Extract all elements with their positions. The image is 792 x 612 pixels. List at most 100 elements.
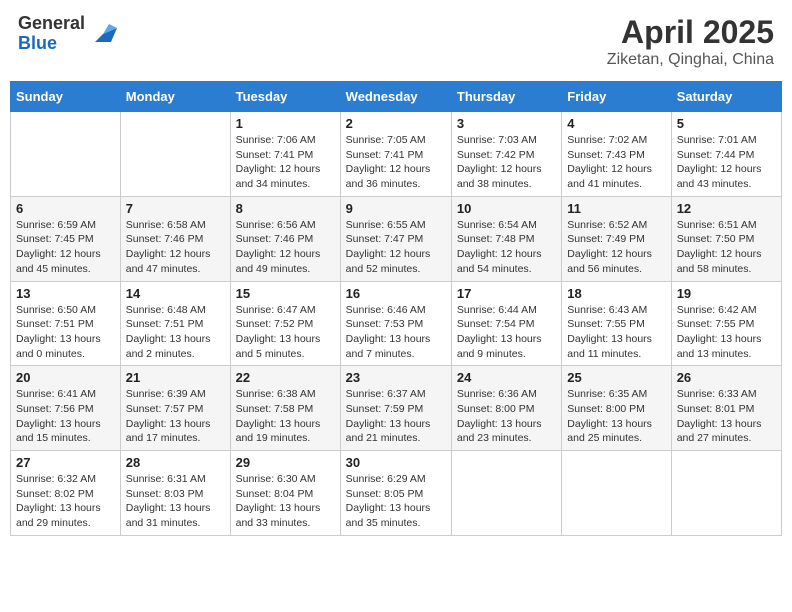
day-info: Sunrise: 6:52 AM Sunset: 7:49 PM Dayligh… bbox=[567, 218, 665, 277]
day-info: Sunrise: 6:36 AM Sunset: 8:00 PM Dayligh… bbox=[457, 387, 556, 446]
calendar-cell bbox=[120, 112, 230, 197]
day-number: 22 bbox=[236, 370, 335, 385]
calendar-cell: 18Sunrise: 6:43 AM Sunset: 7:55 PM Dayli… bbox=[562, 281, 671, 366]
weekday-header-sunday: Sunday bbox=[11, 82, 121, 112]
day-info: Sunrise: 6:30 AM Sunset: 8:04 PM Dayligh… bbox=[236, 472, 335, 531]
calendar-cell: 5Sunrise: 7:01 AM Sunset: 7:44 PM Daylig… bbox=[671, 112, 781, 197]
day-info: Sunrise: 7:03 AM Sunset: 7:42 PM Dayligh… bbox=[457, 133, 556, 192]
calendar-cell: 16Sunrise: 6:46 AM Sunset: 7:53 PM Dayli… bbox=[340, 281, 451, 366]
day-number: 11 bbox=[567, 201, 665, 216]
calendar-cell: 6 Sunrise: 6:59 AM Sunset: 7:45 PM Daylig… bbox=[11, 196, 121, 281]
page-header: General Blue April 2025 Ziketan, Qinghai… bbox=[10, 10, 782, 73]
calendar-cell: 25 Sunrise: 6:35 AM Sunset: 8:00 PM Dayli… bbox=[562, 366, 671, 451]
day-info: Sunrise: 7:06 AM Sunset: 7:41 PM Dayligh… bbox=[236, 133, 335, 192]
weekday-header-saturday: Saturday bbox=[671, 82, 781, 112]
calendar-cell: 23 Sunrise: 6:37 AM Sunset: 7:59 PM Dayli… bbox=[340, 366, 451, 451]
day-number: 21 bbox=[126, 370, 225, 385]
calendar-cell: 19Sunrise: 6:42 AM Sunset: 7:55 PM Dayli… bbox=[671, 281, 781, 366]
weekday-header-row: SundayMondayTuesdayWednesdayThursdayFrid… bbox=[11, 82, 782, 112]
day-info: Sunrise: 6:55 AM Sunset: 7:47 PM Dayligh… bbox=[346, 218, 446, 277]
day-number: 20 bbox=[16, 370, 115, 385]
day-info: Sunrise: 6:37 AM Sunset: 7:59 PM Dayligh… bbox=[346, 387, 446, 446]
day-info: Sunrise: 6:42 AM Sunset: 7:55 PM Dayligh… bbox=[677, 303, 776, 362]
calendar-cell: 26 Sunrise: 6:33 AM Sunset: 8:01 PM Dayli… bbox=[671, 366, 781, 451]
logo: General Blue bbox=[18, 14, 117, 54]
day-info: Sunrise: 6:41 AM Sunset: 7:56 PM Dayligh… bbox=[16, 387, 115, 446]
calendar-cell: 27 Sunrise: 6:32 AM Sunset: 8:02 PM Dayli… bbox=[11, 451, 121, 536]
day-info: Sunrise: 6:58 AM Sunset: 7:46 PM Dayligh… bbox=[126, 218, 225, 277]
day-info: Sunrise: 6:46 AM Sunset: 7:53 PM Dayligh… bbox=[346, 303, 446, 362]
calendar-cell: 21 Sunrise: 6:39 AM Sunset: 7:57 PM Dayli… bbox=[120, 366, 230, 451]
weekday-header-tuesday: Tuesday bbox=[230, 82, 340, 112]
day-number: 27 bbox=[16, 455, 115, 470]
day-number: 7 bbox=[126, 201, 225, 216]
logo-blue-text: Blue bbox=[18, 33, 57, 53]
day-info: Sunrise: 6:56 AM Sunset: 7:46 PM Dayligh… bbox=[236, 218, 335, 277]
day-number: 6 bbox=[16, 201, 115, 216]
day-number: 3 bbox=[457, 116, 556, 131]
calendar-cell: 28 Sunrise: 6:31 AM Sunset: 8:03 PM Dayli… bbox=[120, 451, 230, 536]
day-info: Sunrise: 6:54 AM Sunset: 7:48 PM Dayligh… bbox=[457, 218, 556, 277]
calendar-cell: 9 Sunrise: 6:55 AM Sunset: 7:47 PM Daylig… bbox=[340, 196, 451, 281]
day-number: 30 bbox=[346, 455, 446, 470]
calendar-cell: 1 Sunrise: 7:06 AM Sunset: 7:41 PM Daylig… bbox=[230, 112, 340, 197]
calendar-cell bbox=[671, 451, 781, 536]
calendar-table: SundayMondayTuesdayWednesdayThursdayFrid… bbox=[10, 81, 782, 536]
weekday-header-thursday: Thursday bbox=[451, 82, 561, 112]
calendar-week-row: 20 Sunrise: 6:41 AM Sunset: 7:56 PM Dayli… bbox=[11, 366, 782, 451]
logo-icon bbox=[89, 20, 117, 48]
calendar-cell: 24 Sunrise: 6:36 AM Sunset: 8:00 PM Dayli… bbox=[451, 366, 561, 451]
day-number: 9 bbox=[346, 201, 446, 216]
day-number: 26 bbox=[677, 370, 776, 385]
day-info: Sunrise: 6:38 AM Sunset: 7:58 PM Dayligh… bbox=[236, 387, 335, 446]
day-info: Sunrise: 6:29 AM Sunset: 8:05 PM Dayligh… bbox=[346, 472, 446, 531]
day-number: 29 bbox=[236, 455, 335, 470]
day-info: Sunrise: 6:51 AM Sunset: 7:50 PM Dayligh… bbox=[677, 218, 776, 277]
weekday-header-wednesday: Wednesday bbox=[340, 82, 451, 112]
day-info: Sunrise: 6:32 AM Sunset: 8:02 PM Dayligh… bbox=[16, 472, 115, 531]
title-area: April 2025 Ziketan, Qinghai, China bbox=[607, 14, 774, 69]
day-info: Sunrise: 6:47 AM Sunset: 7:52 PM Dayligh… bbox=[236, 303, 335, 362]
day-info: Sunrise: 6:59 AM Sunset: 7:45 PM Dayligh… bbox=[16, 218, 115, 277]
calendar-cell: 17 Sunrise: 6:44 AM Sunset: 7:54 PM Dayli… bbox=[451, 281, 561, 366]
day-info: Sunrise: 7:02 AM Sunset: 7:43 PM Dayligh… bbox=[567, 133, 665, 192]
day-number: 24 bbox=[457, 370, 556, 385]
calendar-cell bbox=[562, 451, 671, 536]
logo-general-text: General bbox=[18, 13, 85, 33]
calendar-week-row: 13Sunrise: 6:50 AM Sunset: 7:51 PM Dayli… bbox=[11, 281, 782, 366]
day-number: 12 bbox=[677, 201, 776, 216]
day-info: Sunrise: 6:39 AM Sunset: 7:57 PM Dayligh… bbox=[126, 387, 225, 446]
calendar-cell: 8 Sunrise: 6:56 AM Sunset: 7:46 PM Daylig… bbox=[230, 196, 340, 281]
day-number: 1 bbox=[236, 116, 335, 131]
day-info: Sunrise: 6:31 AM Sunset: 8:03 PM Dayligh… bbox=[126, 472, 225, 531]
day-info: Sunrise: 6:44 AM Sunset: 7:54 PM Dayligh… bbox=[457, 303, 556, 362]
calendar-cell: 2Sunrise: 7:05 AM Sunset: 7:41 PM Daylig… bbox=[340, 112, 451, 197]
day-number: 10 bbox=[457, 201, 556, 216]
day-number: 4 bbox=[567, 116, 665, 131]
calendar-cell: 12 Sunrise: 6:51 AM Sunset: 7:50 PM Dayli… bbox=[671, 196, 781, 281]
calendar-cell: 13Sunrise: 6:50 AM Sunset: 7:51 PM Dayli… bbox=[11, 281, 121, 366]
day-info: Sunrise: 6:35 AM Sunset: 8:00 PM Dayligh… bbox=[567, 387, 665, 446]
day-number: 14 bbox=[126, 286, 225, 301]
day-number: 23 bbox=[346, 370, 446, 385]
location-title: Ziketan, Qinghai, China bbox=[607, 51, 774, 69]
day-number: 17 bbox=[457, 286, 556, 301]
calendar-cell: 10 Sunrise: 6:54 AM Sunset: 7:48 PM Dayli… bbox=[451, 196, 561, 281]
calendar-cell: 14Sunrise: 6:48 AM Sunset: 7:51 PM Dayli… bbox=[120, 281, 230, 366]
day-info: Sunrise: 7:05 AM Sunset: 7:41 PM Dayligh… bbox=[346, 133, 446, 192]
calendar-cell bbox=[11, 112, 121, 197]
day-info: Sunrise: 6:33 AM Sunset: 8:01 PM Dayligh… bbox=[677, 387, 776, 446]
day-info: Sunrise: 7:01 AM Sunset: 7:44 PM Dayligh… bbox=[677, 133, 776, 192]
calendar-cell: 15 Sunrise: 6:47 AM Sunset: 7:52 PM Dayli… bbox=[230, 281, 340, 366]
calendar-cell bbox=[451, 451, 561, 536]
calendar-cell: 22 Sunrise: 6:38 AM Sunset: 7:58 PM Dayli… bbox=[230, 366, 340, 451]
day-number: 25 bbox=[567, 370, 665, 385]
day-number: 8 bbox=[236, 201, 335, 216]
calendar-cell: 7 Sunrise: 6:58 AM Sunset: 7:46 PM Daylig… bbox=[120, 196, 230, 281]
day-number: 13 bbox=[16, 286, 115, 301]
calendar-cell: 30 Sunrise: 6:29 AM Sunset: 8:05 PM Dayli… bbox=[340, 451, 451, 536]
day-number: 28 bbox=[126, 455, 225, 470]
calendar-cell: 20 Sunrise: 6:41 AM Sunset: 7:56 PM Dayli… bbox=[11, 366, 121, 451]
day-number: 15 bbox=[236, 286, 335, 301]
calendar-week-row: 27 Sunrise: 6:32 AM Sunset: 8:02 PM Dayli… bbox=[11, 451, 782, 536]
